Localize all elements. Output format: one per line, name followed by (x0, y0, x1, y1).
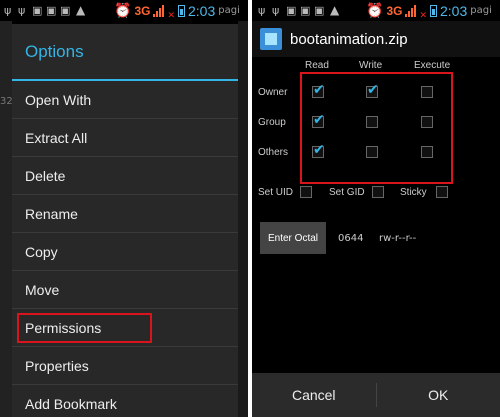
menu-item-extract-all[interactable]: Extract All (12, 119, 238, 157)
highlight-box (17, 313, 152, 343)
enter-octal-button[interactable]: Enter Octal (260, 222, 326, 254)
background-list (0, 21, 12, 417)
signal-icon (153, 4, 165, 17)
menu-item-permissions-row[interactable]: Permissions (12, 309, 238, 347)
usb-icon-2: ψ (18, 4, 26, 17)
options-dialog: Options Open With Extract All Delete Ren… (12, 24, 238, 417)
column-read: Read (305, 60, 329, 71)
row-group: Group (258, 117, 286, 128)
clock-period: pagi (218, 5, 240, 16)
network-type: 3G (134, 3, 151, 18)
status-right: ⏰ 3G ✕ 2:03 pagi (366, 0, 492, 22)
notification-icon: ▣ (60, 4, 71, 17)
status-bar-right: ψ ψ ▣ ▣ ▣ ▲ ⏰ 3G ✕ 2:03 pagi (252, 0, 500, 21)
row-owner: Owner (258, 87, 288, 98)
usb-icon: ψ (4, 4, 12, 17)
setuid-checkbox[interactable] (300, 186, 312, 198)
usb-icon-2: ψ (272, 4, 280, 17)
warning-icon: ▲ (330, 3, 340, 17)
permissions-dialog-header: bootanimation.zip (252, 21, 500, 57)
background-list-right (238, 21, 248, 417)
battery-icon (430, 4, 437, 17)
menu-item-move[interactable]: Move (12, 271, 238, 309)
menu-item-delete[interactable]: Delete (12, 157, 238, 195)
status-right: ⏰ 3G ✕ 2:03 pagi (114, 0, 240, 22)
image-icon-2: ▣ (300, 4, 311, 17)
column-execute: Execute (414, 60, 451, 71)
setuid-label: Set UID (258, 187, 294, 198)
signal-icon (405, 4, 417, 17)
menu-item-properties[interactable]: Properties (12, 347, 238, 385)
alarm-icon: ⏰ (114, 2, 132, 19)
warning-icon: ▲ (76, 3, 86, 17)
no-sim-icon: ✕ (419, 11, 427, 21)
image-icon: ▣ (32, 4, 43, 17)
menu-item-open-with[interactable]: Open With (12, 81, 238, 119)
clock: 2:03 (188, 2, 216, 19)
permissions-dialog-body: Read Write Execute Owner Group Others Se… (252, 57, 500, 373)
sticky-label: Sticky (400, 187, 427, 198)
permissions-screen: ψ ψ ▣ ▣ ▣ ▲ ⏰ 3G ✕ 2:03 pagi bootanimati… (252, 0, 500, 417)
image-icon-2: ▣ (46, 4, 57, 17)
column-write: Write (359, 60, 383, 71)
ok-button[interactable]: OK (377, 373, 500, 417)
setgid-label: Set GID (329, 187, 365, 198)
usb-icon: ψ (258, 4, 266, 17)
options-screen: ψ ψ ▣ ▣ ▣ ▲ ⏰ 3G ✕ 2:03 pagi 32 Options … (0, 0, 248, 417)
zip-file-icon (260, 28, 282, 50)
dialog-title: Options (12, 24, 238, 81)
octal-value: 0644 (338, 233, 364, 244)
notification-icon: ▣ (314, 4, 325, 17)
network-type: 3G (386, 3, 403, 18)
menu-item-add-bookmark[interactable]: Add Bookmark (12, 385, 238, 417)
dialog-button-bar: Cancel OK (252, 373, 500, 417)
battery-icon (178, 4, 185, 17)
menu-item-rename[interactable]: Rename (12, 195, 238, 233)
background-text: 32 (0, 96, 13, 107)
row-others: Others (258, 147, 289, 158)
image-icon: ▣ (286, 4, 297, 17)
clock-period: pagi (470, 5, 492, 16)
highlight-box (300, 72, 453, 184)
cancel-button[interactable]: Cancel (252, 373, 376, 417)
no-sim-icon: ✕ (167, 11, 175, 21)
menu-item-copy[interactable]: Copy (12, 233, 238, 271)
clock: 2:03 (440, 2, 468, 19)
sticky-checkbox[interactable] (436, 186, 448, 198)
status-bar: ψ ψ ▣ ▣ ▣ ▲ ⏰ 3G ✕ 2:03 pagi (0, 0, 248, 21)
alarm-icon: ⏰ (366, 2, 384, 19)
dialog-title: bootanimation.zip (290, 30, 408, 48)
symbolic-permissions: rw-r--r-- (379, 233, 417, 244)
setgid-checkbox[interactable] (372, 186, 384, 198)
